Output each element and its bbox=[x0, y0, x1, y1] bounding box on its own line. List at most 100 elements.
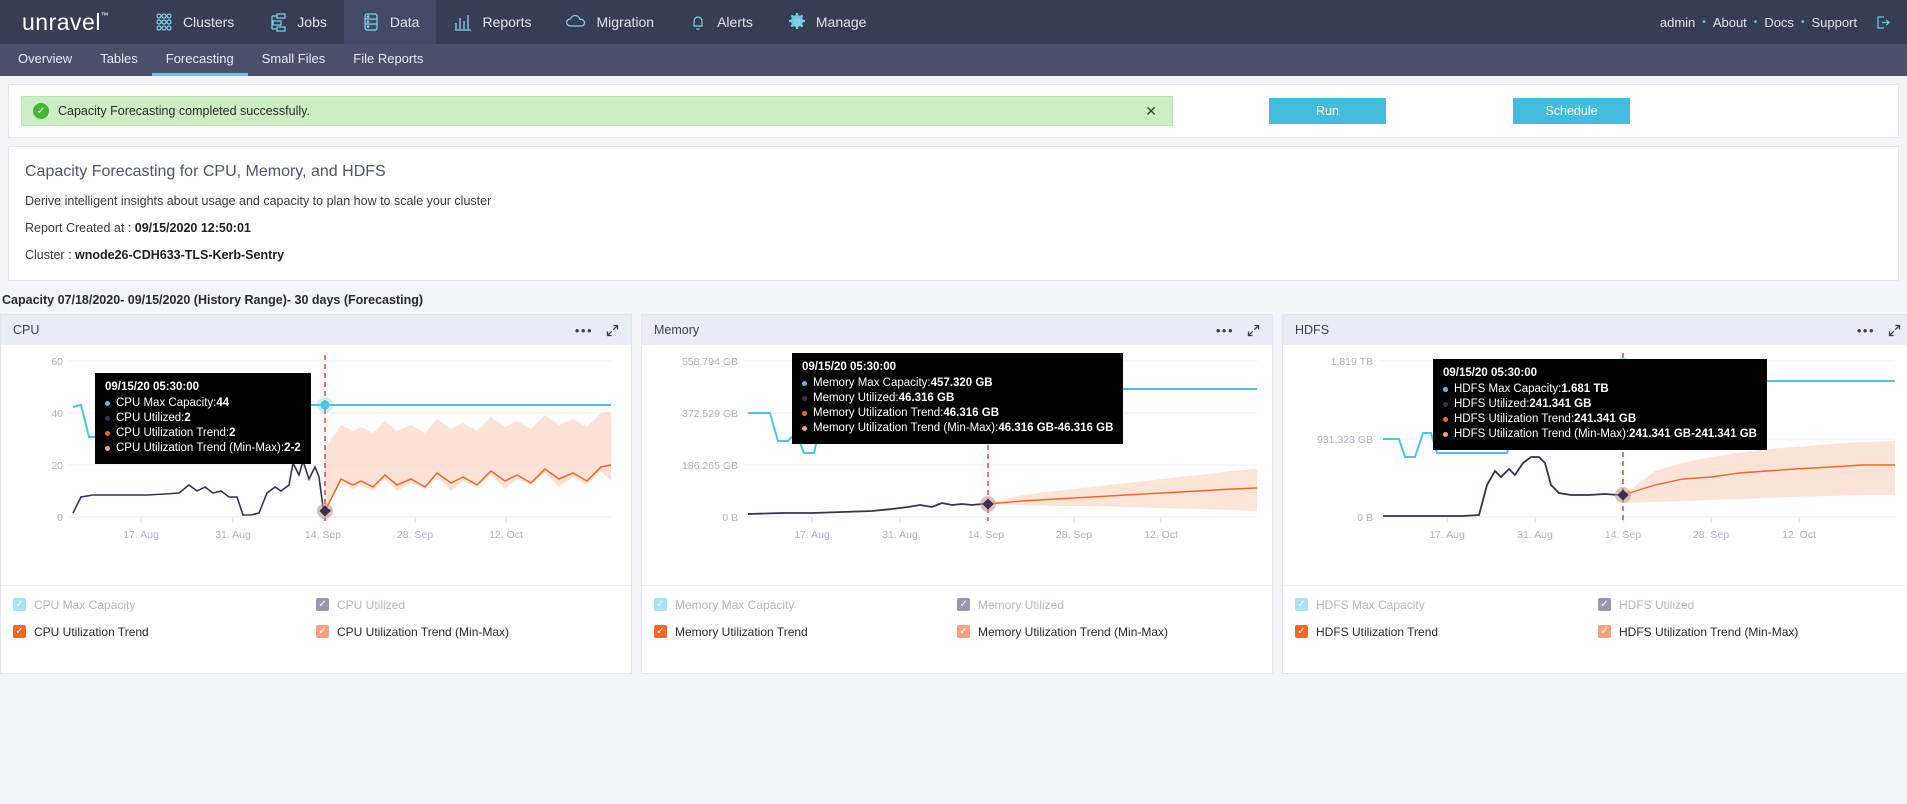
x-tick-label: 31. Aug bbox=[1517, 529, 1553, 541]
legend-memory: Memory Max Capacity Memory Utilized Memo… bbox=[642, 585, 1272, 673]
legend-checkbox[interactable] bbox=[1295, 625, 1308, 638]
legend-checkbox[interactable] bbox=[316, 598, 329, 611]
legend-checkbox[interactable] bbox=[654, 625, 667, 638]
legend-item-max-capacity[interactable]: CPU Max Capacity bbox=[13, 596, 316, 613]
x-tick-label: 17. Aug bbox=[1429, 529, 1465, 541]
plot-area-memory[interactable]: 558.794 GB 372.529 GB 186.265 GB 0 B 17.… bbox=[642, 345, 1272, 585]
brand-logo[interactable]: unravel ™ bbox=[0, 0, 119, 44]
tooltip-row: Memory Utilization Trend: 46.316 GB bbox=[802, 406, 1113, 421]
legend-checkbox[interactable] bbox=[957, 598, 970, 611]
chart-panel-cpu: CPU ••• 60 40 20 0 17. Aug 31. Aug 14. S… bbox=[0, 314, 632, 674]
tooltip-hdfs: 09/15/20 05:30:00 HDFS Max Capacity: 1.6… bbox=[1433, 359, 1767, 450]
subnav-item-small-files[interactable]: Small Files bbox=[248, 44, 340, 76]
manage-icon bbox=[787, 12, 807, 32]
tooltip-label: Memory Utilized: bbox=[813, 392, 899, 404]
nav-separator: • bbox=[1753, 16, 1758, 28]
tooltip-row: HDFS Utilization Trend (Min-Max): 241.34… bbox=[1443, 427, 1757, 442]
nav-item-alerts[interactable]: Alerts bbox=[671, 0, 770, 44]
panel-header: Memory ••• bbox=[642, 315, 1272, 345]
x-tick-label: 14. Sep bbox=[1605, 529, 1641, 541]
nav-item-label: Migration bbox=[596, 14, 655, 30]
tooltip-value: 44 bbox=[216, 397, 230, 409]
legend-item-utilized[interactable]: HDFS Utilized bbox=[1598, 596, 1901, 613]
primary-nav-items: Clusters Jobs Data Reports Migration Ale… bbox=[137, 0, 884, 44]
legend-checkbox[interactable] bbox=[654, 598, 667, 611]
tooltip-value: 241.341 GB-241.341 GB bbox=[1629, 428, 1757, 440]
legend-checkbox[interactable] bbox=[316, 625, 329, 638]
logout-icon[interactable] bbox=[1874, 14, 1891, 31]
y-tick-label: 0 bbox=[57, 512, 63, 524]
legend-checkbox[interactable] bbox=[1598, 625, 1611, 638]
check-circle-icon: ✓ bbox=[33, 103, 49, 119]
more-options-icon[interactable]: ••• bbox=[575, 324, 593, 337]
tooltip-value: 241.341 GB bbox=[1529, 398, 1592, 410]
x-tick-label: 12. Oct bbox=[489, 529, 523, 541]
schedule-button[interactable]: Schedule bbox=[1513, 98, 1630, 124]
legend-item-trend[interactable]: CPU Utilization Trend bbox=[13, 623, 316, 640]
tooltip-value: 46.316 GB bbox=[898, 392, 955, 404]
legend-hdfs: HDFS Max Capacity HDFS Utilized HDFS Uti… bbox=[1283, 585, 1907, 673]
subnav-item-forecasting[interactable]: Forecasting bbox=[151, 44, 248, 76]
legend-item-trend[interactable]: HDFS Utilization Trend bbox=[1295, 623, 1598, 640]
more-options-icon[interactable]: ••• bbox=[1216, 324, 1234, 337]
legend-checkbox[interactable] bbox=[1598, 598, 1611, 611]
legend-item-trend-minmax[interactable]: HDFS Utilization Trend (Min-Max) bbox=[1598, 623, 1901, 640]
nav-link-support[interactable]: Support bbox=[1811, 15, 1857, 30]
subnav-label: Overview bbox=[18, 51, 73, 66]
nav-item-reports[interactable]: Reports bbox=[436, 0, 548, 44]
legend-checkbox[interactable] bbox=[957, 625, 970, 638]
tooltip-row: Memory Utilization Trend (Min-Max): 46.3… bbox=[802, 421, 1113, 436]
nav-item-jobs[interactable]: Jobs bbox=[251, 0, 344, 44]
nav-item-manage[interactable]: Manage bbox=[770, 0, 884, 44]
more-options-icon[interactable]: ••• bbox=[1857, 324, 1875, 337]
x-tick-label: 12. Oct bbox=[1782, 529, 1816, 541]
legend-label: HDFS Max Capacity bbox=[1316, 597, 1425, 612]
legend-checkbox[interactable] bbox=[1295, 598, 1308, 611]
plot-area-hdfs[interactable]: 1.819 TB 931.323 GB 0 B 17. Aug 31. Aug … bbox=[1283, 345, 1907, 585]
nav-right-links: admin • About • Docs • Support bbox=[1660, 0, 1907, 44]
nav-item-migration[interactable]: Migration bbox=[548, 0, 671, 44]
tooltip-label: HDFS Max Capacity: bbox=[1454, 383, 1562, 395]
legend-item-trend-minmax[interactable]: CPU Utilization Trend (Min-Max) bbox=[316, 623, 619, 640]
series-utilized bbox=[1383, 456, 1623, 517]
subnav-item-file-reports[interactable]: File Reports bbox=[339, 44, 437, 76]
expand-icon[interactable] bbox=[1888, 324, 1901, 337]
nav-item-clusters[interactable]: Clusters bbox=[137, 0, 251, 44]
chart-panel-memory: Memory ••• 558.794 GB 372.529 GB 186.265… bbox=[641, 314, 1273, 674]
alerts-icon bbox=[688, 12, 708, 32]
legend-label: HDFS Utilization Trend bbox=[1316, 624, 1439, 639]
legend-item-utilized[interactable]: CPU Utilized bbox=[316, 596, 619, 613]
chart-panel-hdfs: HDFS ••• 1.819 TB 931.323 GB 0 B 17. Aug… bbox=[1282, 314, 1907, 674]
subnav-item-tables[interactable]: Tables bbox=[86, 44, 152, 76]
legend-item-trend-minmax[interactable]: Memory Utilization Trend (Min-Max) bbox=[957, 623, 1260, 640]
close-icon[interactable]: ✕ bbox=[1141, 104, 1161, 118]
legend-item-trend[interactable]: Memory Utilization Trend bbox=[654, 623, 957, 640]
plot-area-cpu[interactable]: 60 40 20 0 17. Aug 31. Aug 14. Sep 28. S… bbox=[1, 345, 631, 585]
series-utilized bbox=[747, 502, 988, 515]
legend-checkbox[interactable] bbox=[13, 598, 26, 611]
nav-link-docs[interactable]: Docs bbox=[1764, 15, 1794, 30]
expand-icon[interactable] bbox=[606, 324, 619, 337]
legend-item-max-capacity[interactable]: Memory Max Capacity bbox=[654, 596, 957, 613]
tooltip-cpu: 09/15/20 05:30:00 CPU Max Capacity: 44 C… bbox=[95, 373, 311, 464]
run-button[interactable]: Run bbox=[1269, 98, 1386, 124]
tooltip-value: 2 bbox=[229, 427, 236, 439]
series-trend-band bbox=[325, 411, 611, 511]
page-title: Capacity Forecasting for CPU, Memory, an… bbox=[25, 163, 386, 180]
nav-link-about[interactable]: About bbox=[1713, 15, 1747, 30]
panel-actions: ••• bbox=[1857, 324, 1901, 337]
y-tick-label: 372.529 GB bbox=[682, 408, 738, 420]
legend-checkbox[interactable] bbox=[13, 625, 26, 638]
secondary-nav-bar: Overview Tables Forecasting Small Files … bbox=[0, 44, 1907, 76]
legend-item-max-capacity[interactable]: HDFS Max Capacity bbox=[1295, 596, 1598, 613]
legend-item-utilized[interactable]: Memory Utilized bbox=[957, 596, 1260, 613]
expand-icon[interactable] bbox=[1247, 324, 1260, 337]
nav-item-data[interactable]: Data bbox=[343, 0, 437, 44]
nav-item-label: Clusters bbox=[182, 14, 235, 30]
x-tick-label: 31. Aug bbox=[882, 529, 918, 541]
panel-header: HDFS ••• bbox=[1283, 315, 1907, 345]
x-tick-label: 14. Sep bbox=[305, 529, 341, 541]
subnav-item-overview[interactable]: Overview bbox=[4, 44, 86, 76]
tooltip-row: CPU Utilization Trend (Min-Max): 2-2 bbox=[105, 441, 301, 456]
nav-link-admin[interactable]: admin bbox=[1660, 15, 1695, 30]
